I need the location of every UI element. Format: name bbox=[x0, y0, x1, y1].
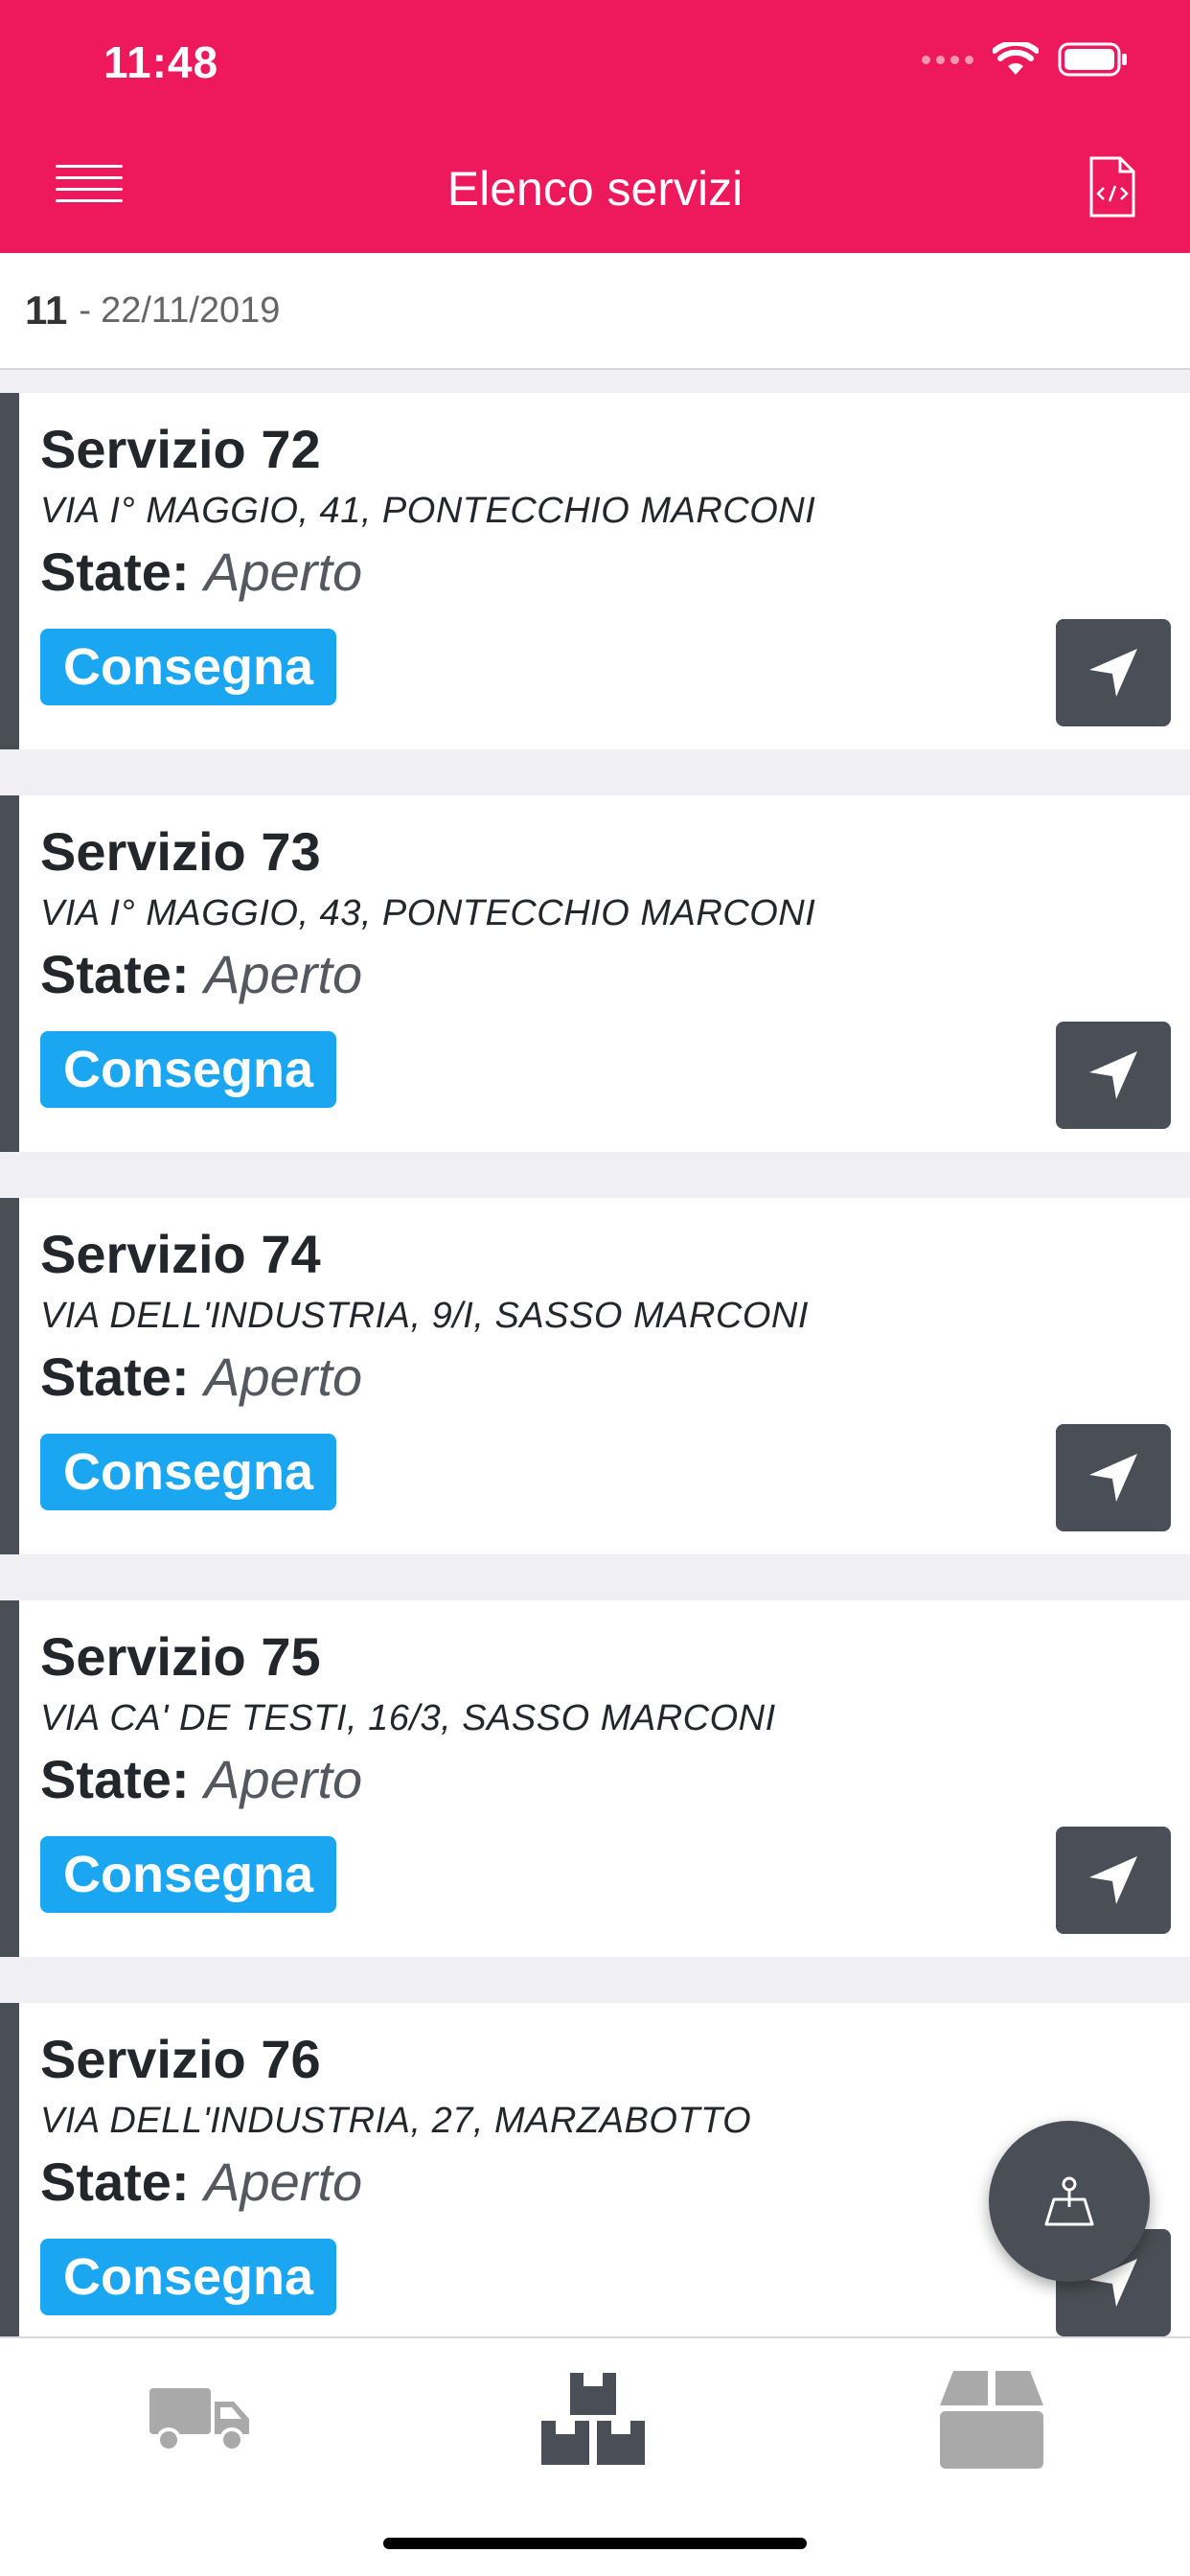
date-separator: - bbox=[79, 289, 92, 331]
state-value: Aperto bbox=[204, 1749, 363, 1809]
state-value: Aperto bbox=[204, 2151, 363, 2212]
navigate-button[interactable] bbox=[1056, 1022, 1171, 1129]
state-label: State: bbox=[40, 1346, 190, 1407]
status-time: 11:48 bbox=[103, 37, 219, 87]
day-number: 11 bbox=[25, 288, 68, 333]
navigation-arrow-icon bbox=[1089, 649, 1137, 697]
navigate-button[interactable] bbox=[1056, 1424, 1171, 1531]
service-state: State: Aperto bbox=[40, 540, 362, 603]
map-pin-icon bbox=[1044, 2176, 1094, 2226]
service-list: Servizio 72 VIA I° MAGGIO, 41, PONTECCHI… bbox=[0, 393, 1190, 2405]
service-title: Servizio 74 bbox=[40, 1224, 321, 1284]
service-type-badge: Consegna bbox=[40, 629, 337, 705]
date-text: 22/11/2019 bbox=[101, 289, 281, 331]
service-title: Servizio 75 bbox=[40, 1626, 321, 1687]
map-fab-button[interactable] bbox=[989, 2121, 1150, 2282]
service-card[interactable]: Servizio 72 VIA I° MAGGIO, 41, PONTECCHI… bbox=[0, 393, 1190, 749]
service-address: VIA I° MAGGIO, 41, PONTECCHIO MARCONI bbox=[40, 491, 816, 531]
service-card[interactable]: Servizio 73 VIA I° MAGGIO, 43, PONTECCHI… bbox=[0, 795, 1190, 1152]
service-address: VIA DELL'INDUSTRIA, 27, MARZABOTTO bbox=[40, 2101, 752, 2141]
service-address: VIA CA' DE TESTI, 16/3, SASSO MARCONI bbox=[40, 1698, 776, 1738]
page-title: Elenco servizi bbox=[446, 162, 744, 216]
state-label: State: bbox=[40, 944, 190, 1004]
service-type-badge: Consegna bbox=[40, 1836, 337, 1913]
date-header: 11 - 22/11/2019 bbox=[0, 253, 1190, 370]
tab-stock[interactable] bbox=[527, 2361, 661, 2476]
navigate-button[interactable] bbox=[1056, 619, 1171, 726]
state-label: State: bbox=[40, 1749, 190, 1809]
navigation-arrow-icon bbox=[1089, 1454, 1137, 1502]
service-title: Servizio 76 bbox=[40, 2029, 321, 2089]
service-state: State: Aperto bbox=[40, 943, 362, 1005]
state-label: State: bbox=[40, 2151, 190, 2212]
service-type-badge: Consegna bbox=[40, 1434, 337, 1510]
service-address: VIA DELL'INDUSTRIA, 9/I, SASSO MARCONI bbox=[40, 1296, 809, 1336]
navigation-arrow-icon bbox=[1089, 1856, 1137, 1904]
cellular-signal-icon bbox=[922, 55, 973, 64]
state-value: Aperto bbox=[204, 541, 363, 602]
tab-package[interactable] bbox=[925, 2361, 1059, 2476]
state-label: State: bbox=[40, 541, 190, 602]
stacked-boxes-icon bbox=[541, 2373, 645, 2465]
status-icons bbox=[922, 42, 1129, 77]
wifi-icon bbox=[993, 42, 1039, 77]
home-indicator bbox=[383, 2538, 807, 2549]
app-header: 11:48 Elenco servizi bbox=[0, 0, 1190, 253]
package-icon bbox=[940, 2371, 1043, 2469]
state-value: Aperto bbox=[204, 1346, 363, 1407]
service-state: State: Aperto bbox=[40, 1346, 362, 1408]
truck-icon bbox=[149, 2388, 249, 2452]
service-title: Servizio 72 bbox=[40, 419, 321, 479]
service-card[interactable]: Servizio 75 VIA CA' DE TESTI, 16/3, SASS… bbox=[0, 1600, 1190, 1957]
service-type-badge: Consegna bbox=[40, 1031, 337, 1108]
service-state: State: Aperto bbox=[40, 1748, 362, 1810]
navigate-button[interactable] bbox=[1056, 1827, 1171, 1934]
service-title: Servizio 73 bbox=[40, 821, 321, 882]
service-card[interactable]: Servizio 74 VIA DELL'INDUSTRIA, 9/I, SAS… bbox=[0, 1198, 1190, 1554]
service-address: VIA I° MAGGIO, 43, PONTECCHIO MARCONI bbox=[40, 893, 816, 933]
service-state: State: Aperto bbox=[40, 2150, 362, 2213]
service-type-badge: Consegna bbox=[40, 2239, 337, 2315]
tab-trucks[interactable] bbox=[132, 2361, 266, 2476]
state-value: Aperto bbox=[204, 944, 363, 1004]
navigation-arrow-icon bbox=[1089, 1051, 1137, 1099]
code-file-icon[interactable] bbox=[1088, 155, 1136, 218]
battery-icon bbox=[1058, 42, 1129, 77]
